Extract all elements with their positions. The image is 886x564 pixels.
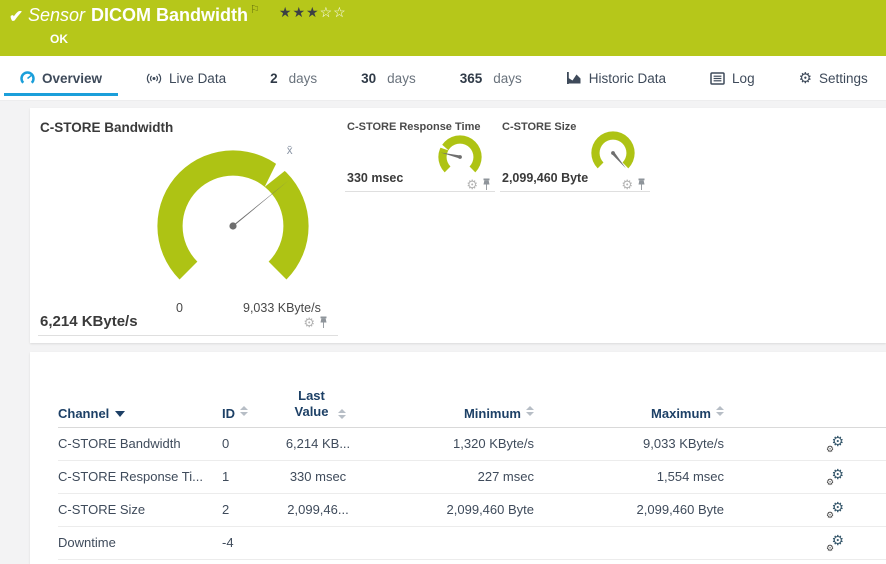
channel-settings-gears-icon[interactable]: ⚙⚙	[826, 535, 844, 551]
area-chart-icon	[566, 71, 582, 85]
status-badge: OK	[50, 32, 68, 46]
tab-2-days[interactable]: 2 days	[268, 56, 319, 100]
tab-live-data[interactable]: Live Data	[144, 56, 228, 100]
gauge-settings-gear-icon[interactable]: ⚙	[303, 316, 315, 329]
tab-365-days[interactable]: 365 days	[458, 56, 524, 100]
gauge-title: C-STORE Size	[502, 121, 576, 133]
channel-id: -4	[222, 535, 272, 550]
pin-icon[interactable]	[319, 316, 328, 329]
channel-minimum: 1,320 KByte/s	[364, 436, 534, 451]
pin-icon[interactable]	[482, 178, 491, 191]
size-gauge	[587, 127, 639, 179]
gauge-tile-response-time: C-STORE Response Time 330 msec ⚙	[345, 118, 495, 192]
column-header-last-value[interactable]: Last Value	[272, 388, 364, 421]
flag-icon: ⚐	[250, 4, 260, 16]
log-list-icon	[710, 72, 725, 85]
broadcast-icon	[146, 72, 162, 85]
gear-icon: ⚙	[799, 71, 812, 86]
gauge-settings-gear-icon[interactable]: ⚙	[621, 178, 633, 191]
tab-2-days-unit: days	[289, 71, 318, 86]
table-row[interactable]: C-STORE Response Ti... 1 330 msec 227 ms…	[58, 461, 886, 494]
channel-last-value: 6,214 KB...	[272, 436, 364, 451]
table-header-row: Channel ID Last Value Minimum Maximum	[58, 352, 886, 428]
page-title: DICOM Bandwidth	[91, 5, 248, 25]
gauge-icon	[20, 71, 35, 86]
response-time-gauge	[434, 131, 486, 183]
channel-name[interactable]: C-STORE Bandwidth	[58, 436, 222, 451]
tab-30-days-num: 30	[361, 71, 376, 86]
channel-last-value: 2,099,46...	[272, 502, 364, 517]
column-header-channel[interactable]: Channel	[58, 406, 222, 421]
tab-live-data-label: Live Data	[169, 71, 226, 86]
table-row[interactable]: Downtime -4 ⚙⚙	[58, 527, 886, 560]
gauge-tile-size: C-STORE Size 2,099,460 Byte ⚙	[500, 118, 650, 192]
tab-2-days-num: 2	[270, 71, 278, 86]
channel-maximum: 1,554 msec	[534, 469, 724, 484]
channel-name[interactable]: C-STORE Size	[58, 502, 222, 517]
object-kind-label: Sensor	[28, 5, 85, 25]
column-header-last-value-label: Last Value	[291, 388, 333, 421]
sort-desc-icon	[115, 411, 125, 417]
tab-30-days-unit: days	[387, 71, 416, 86]
sort-icons	[338, 409, 346, 419]
gauges-panel: C-STORE Bandwidth x̄ 0 9,033 KByte/s 6,2…	[30, 108, 886, 343]
channel-last-value: 330 msec	[272, 469, 364, 484]
table-row[interactable]: C-STORE Size 2 2,099,46... 2,099,460 Byt…	[58, 494, 886, 527]
gauge-scale-max: 9,033 KByte/s	[243, 301, 321, 315]
column-header-maximum[interactable]: Maximum	[534, 406, 724, 421]
gauge-current-value: 330 msec	[347, 171, 403, 185]
column-header-channel-label: Channel	[58, 406, 109, 421]
channel-table-panel: Channel ID Last Value Minimum Maximum	[30, 352, 886, 564]
column-header-minimum-label: Minimum	[464, 406, 521, 421]
tab-settings-label: Settings	[819, 71, 868, 86]
gauge-current-value: 2,099,460 Byte	[502, 171, 588, 185]
tab-overview-label: Overview	[42, 71, 102, 86]
tab-historic-data[interactable]: Historic Data	[564, 56, 668, 100]
tab-bar: Overview Live Data 2days 30days 365days …	[0, 56, 886, 101]
channel-settings-gears-icon[interactable]: ⚙⚙	[826, 502, 844, 518]
channel-minimum: 2,099,460 Byte	[364, 502, 534, 517]
channel-maximum: 9,033 KByte/s	[534, 436, 724, 451]
tab-365-days-num: 365	[460, 71, 483, 86]
sort-icons	[240, 406, 248, 416]
column-header-minimum[interactable]: Minimum	[364, 406, 534, 421]
channel-name[interactable]: C-STORE Response Ti...	[58, 469, 222, 484]
channel-settings-gears-icon[interactable]: ⚙⚙	[826, 436, 844, 452]
gauge-scale-min: 0	[176, 301, 183, 315]
column-header-id[interactable]: ID	[222, 406, 272, 421]
column-header-id-label: ID	[222, 406, 235, 421]
pin-icon[interactable]	[637, 178, 646, 191]
gauge-title: C-STORE Bandwidth	[40, 120, 173, 135]
bandwidth-gauge: x̄	[143, 136, 323, 316]
channel-maximum: 2,099,460 Byte	[534, 502, 724, 517]
channel-id: 0	[222, 436, 272, 451]
channel-id: 2	[222, 502, 272, 517]
tab-historic-data-label: Historic Data	[589, 71, 666, 86]
table-row[interactable]: C-STORE Bandwidth 0 6,214 KB... 1,320 KB…	[58, 428, 886, 461]
sort-icons	[716, 406, 724, 416]
channel-minimum: 227 msec	[364, 469, 534, 484]
sensor-header: ✔ Sensor DICOM Bandwidth⚐ ★★★☆☆ OK	[0, 0, 886, 56]
channel-name[interactable]: Downtime	[58, 535, 222, 550]
channel-settings-gears-icon[interactable]: ⚙⚙	[826, 469, 844, 485]
sensor-title-line: Sensor DICOM Bandwidth⚐ ★★★☆☆	[28, 5, 347, 26]
tab-log[interactable]: Log	[708, 56, 757, 100]
stars-filled[interactable]: ★★★	[279, 4, 320, 20]
status-ok-check-icon: ✔	[9, 7, 23, 27]
mean-marker-label: x̄	[287, 144, 293, 157]
tab-365-days-unit: days	[493, 71, 522, 86]
sort-icons	[526, 406, 534, 416]
gauge-tile-bandwidth: C-STORE Bandwidth x̄ 0 9,033 KByte/s 6,2…	[38, 112, 338, 336]
channel-id: 1	[222, 469, 272, 484]
tab-overview[interactable]: Overview	[18, 56, 104, 100]
tab-settings[interactable]: ⚙ Settings	[797, 56, 870, 100]
column-header-maximum-label: Maximum	[651, 406, 711, 421]
gauge-current-value: 6,214 KByte/s	[40, 313, 138, 330]
gauge-settings-gear-icon[interactable]: ⚙	[466, 178, 478, 191]
tab-log-label: Log	[732, 71, 755, 86]
channel-table: Channel ID Last Value Minimum Maximum	[30, 352, 886, 560]
stars-empty[interactable]: ☆☆	[320, 4, 347, 20]
tab-30-days[interactable]: 30 days	[359, 56, 418, 100]
priority-stars[interactable]: ★★★☆☆	[279, 4, 347, 20]
